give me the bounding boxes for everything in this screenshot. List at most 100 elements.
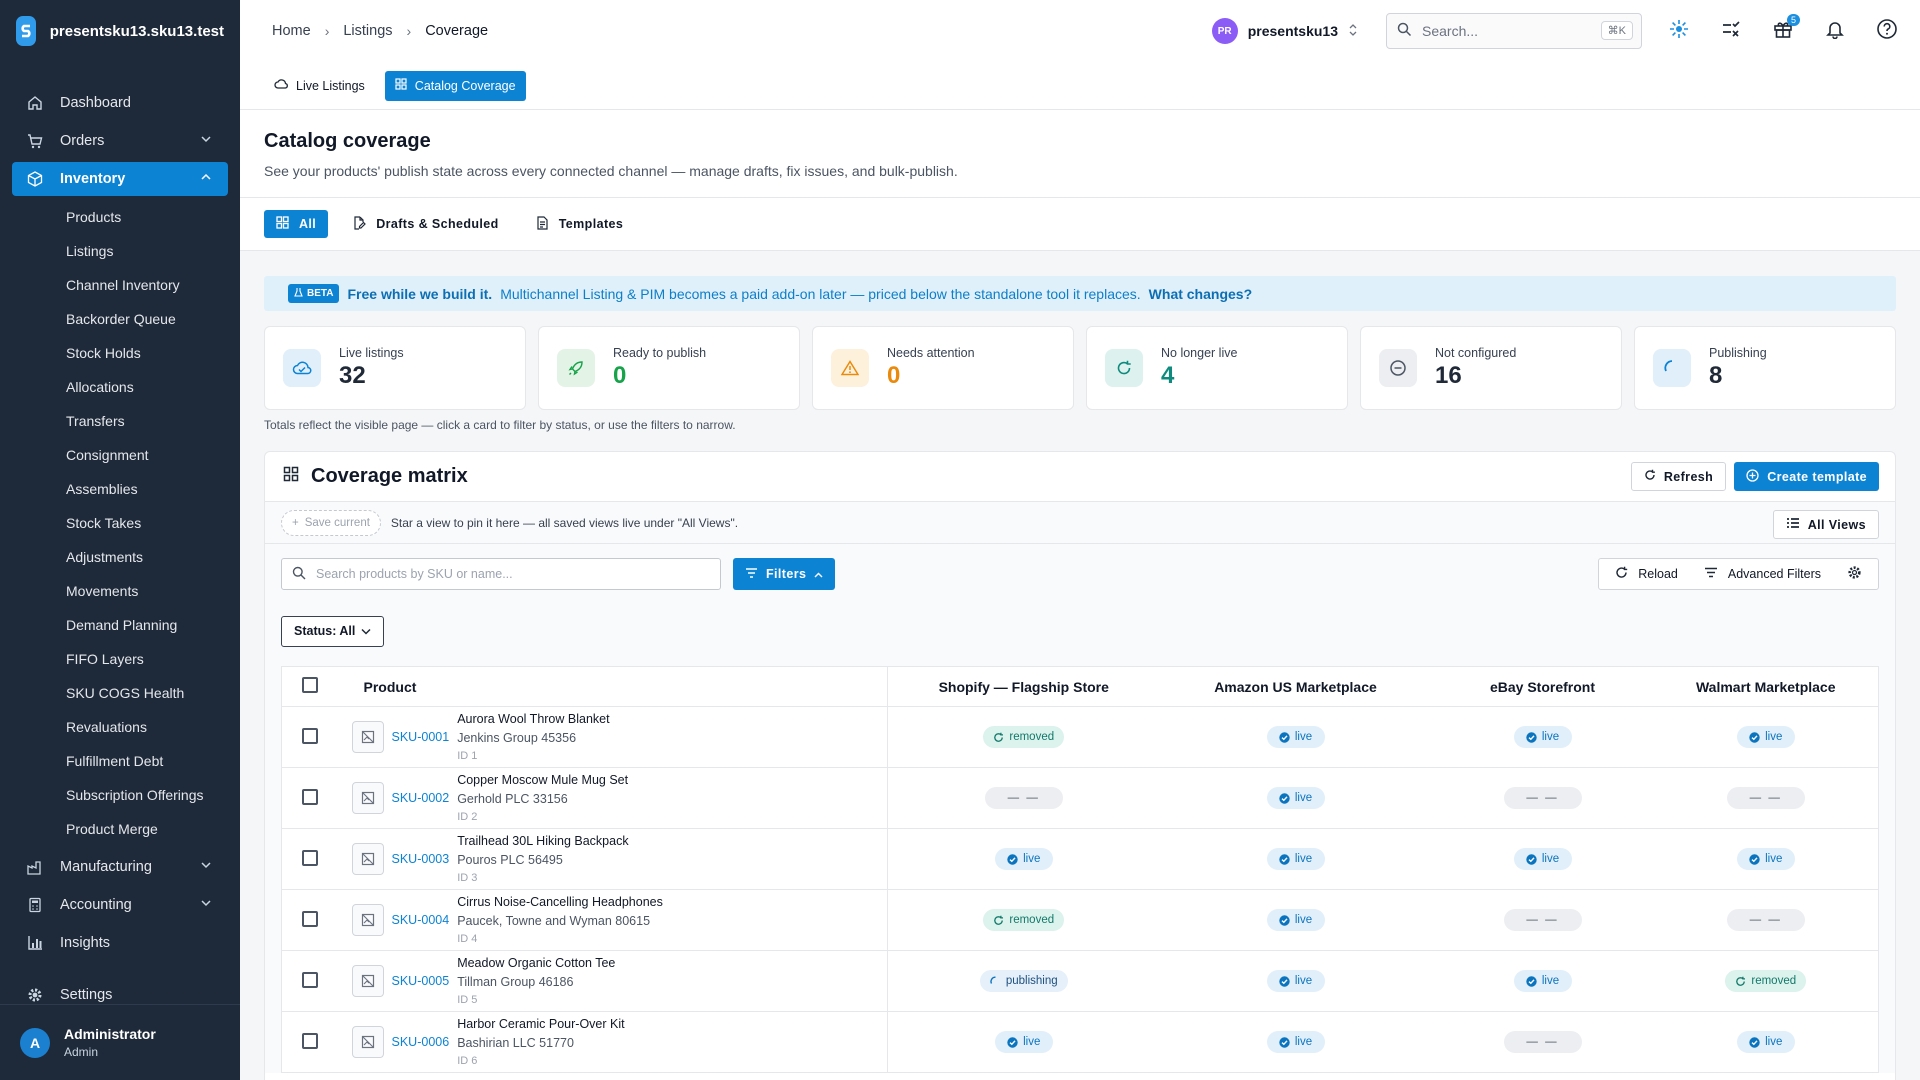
breadcrumb-listings[interactable]: Listings: [343, 23, 392, 39]
table-row[interactable]: SKU-0002 Copper Moscow Mule Mug Set Gerhol…: [281, 767, 1879, 829]
user-profile[interactable]: A Administrator Admin: [0, 1004, 240, 1080]
column-header-walmart[interactable]: Walmart Marketplace: [1653, 666, 1879, 707]
store-switcher[interactable]: PR presentsku13: [1211, 18, 1358, 44]
tab-drafts-scheduled[interactable]: Drafts & Scheduled: [340, 210, 511, 238]
column-header-product[interactable]: Product: [337, 666, 888, 707]
column-header-shopify[interactable]: Shopify — Flagship Store: [887, 666, 1160, 707]
status-badge[interactable]: publishing: [979, 970, 1068, 992]
status-filter-select[interactable]: Status: All: [281, 615, 385, 647]
nav-orders[interactable]: Orders: [12, 124, 228, 158]
sidebar-item-adjustments[interactable]: Adjustments: [66, 540, 240, 574]
sidebar-item-assemblies[interactable]: Assemblies: [66, 472, 240, 506]
sidebar-item-products[interactable]: Products: [66, 200, 240, 234]
nav-manufacturing[interactable]: Manufacturing: [12, 850, 228, 884]
stat-card-not-configured[interactable]: Not configured 16: [1360, 326, 1622, 410]
column-header-ebay[interactable]: eBay Storefront: [1431, 666, 1654, 707]
stat-card-live-listings[interactable]: Live listings 32: [264, 326, 526, 410]
nav-inventory[interactable]: Inventory: [12, 162, 228, 196]
status-badge[interactable]: live: [1513, 848, 1572, 870]
status-badge[interactable]: — —: [984, 787, 1063, 809]
reload-button[interactable]: Reload: [1605, 566, 1688, 582]
stat-card-no-longer-live[interactable]: No longer live 4: [1086, 326, 1348, 410]
status-badge[interactable]: live: [1513, 726, 1572, 748]
row-checkbox[interactable]: [301, 1032, 318, 1049]
table-row[interactable]: SKU-0001 Aurora Wool Throw Blanket Jenkins…: [281, 706, 1879, 768]
global-search-input[interactable]: Search... ⌘K: [1386, 13, 1642, 49]
nav-accounting[interactable]: Accounting: [12, 888, 228, 922]
status-badge[interactable]: — —: [1726, 909, 1805, 931]
status-badge[interactable]: live: [994, 1031, 1053, 1053]
status-badge[interactable]: live: [994, 848, 1053, 870]
status-badge[interactable]: live: [1266, 970, 1325, 992]
sidebar-item-consignment[interactable]: Consignment: [66, 438, 240, 472]
sku-link[interactable]: SKU-0005: [392, 974, 450, 988]
status-badge[interactable]: — —: [1726, 787, 1805, 809]
tab-catalog-coverage[interactable]: Catalog Coverage: [384, 70, 526, 101]
tasks-button[interactable]: [1716, 16, 1746, 46]
tab-all[interactable]: All: [264, 210, 329, 238]
sidebar-item-subscription-offerings[interactable]: Subscription Offerings: [66, 778, 240, 812]
sidebar-item-sku-cogs-health[interactable]: SKU COGS Health: [66, 676, 240, 710]
status-badge[interactable]: live: [1266, 787, 1325, 809]
tab-live-listings[interactable]: Live Listings: [264, 71, 375, 101]
advanced-filters-button[interactable]: Advanced Filters: [1694, 567, 1831, 581]
status-badge[interactable]: live: [1736, 848, 1795, 870]
tab-templates[interactable]: Templates: [523, 210, 636, 238]
create-template-button[interactable]: Create template: [1734, 462, 1879, 491]
status-badge[interactable]: live: [1266, 909, 1325, 931]
sidebar-item-fifo-layers[interactable]: FIFO Layers: [66, 642, 240, 676]
sidebar-item-fulfillment-debt[interactable]: Fulfillment Debt: [66, 744, 240, 778]
beta-what-changes-link[interactable]: What changes?: [1149, 286, 1252, 302]
table-row[interactable]: SKU-0003 Trailhead 30L Hiking Backpack Pou…: [281, 828, 1879, 890]
stat-card-publishing[interactable]: Publishing 8: [1634, 326, 1896, 410]
status-badge[interactable]: removed: [983, 909, 1065, 931]
row-checkbox[interactable]: [301, 727, 318, 744]
sidebar-item-stock-takes[interactable]: Stock Takes: [66, 506, 240, 540]
sku-link[interactable]: SKU-0003: [392, 852, 450, 866]
table-row[interactable]: SKU-0005 Meadow Organic Cotton Tee Tillman…: [281, 950, 1879, 1012]
status-badge[interactable]: live: [1513, 970, 1572, 992]
sidebar-item-listings[interactable]: Listings: [66, 234, 240, 268]
hub-button[interactable]: [1664, 16, 1694, 46]
table-row[interactable]: SKU-0004 Cirrus Noise-Cancelling Headphon…: [281, 889, 1879, 951]
status-badge[interactable]: — —: [1503, 1031, 1582, 1053]
table-row[interactable]: SKU-0006 Harbor Ceramic Pour-Over Kit Bash…: [281, 1011, 1879, 1073]
sidebar-item-channel-inventory[interactable]: Channel Inventory: [66, 268, 240, 302]
sidebar-item-stock-holds[interactable]: Stock Holds: [66, 336, 240, 370]
row-checkbox[interactable]: [301, 849, 318, 866]
stat-card-ready-to-publish[interactable]: Ready to publish 0: [538, 326, 800, 410]
column-header-amazon[interactable]: Amazon US Marketplace: [1159, 666, 1432, 707]
sku-link[interactable]: SKU-0002: [392, 791, 450, 805]
sku-link[interactable]: SKU-0004: [392, 913, 450, 927]
status-badge[interactable]: — —: [1503, 787, 1582, 809]
row-checkbox[interactable]: [301, 971, 318, 988]
stat-card-needs-attention[interactable]: Needs attention 0: [812, 326, 1074, 410]
status-badge[interactable]: live: [1266, 848, 1325, 870]
status-badge[interactable]: — —: [1503, 909, 1582, 931]
status-badge[interactable]: removed: [1725, 970, 1807, 992]
product-search-input[interactable]: Search products by SKU or name...: [281, 558, 721, 590]
row-checkbox[interactable]: [301, 910, 318, 927]
gift-button[interactable]: 5: [1768, 14, 1800, 46]
sidebar-item-product-merge[interactable]: Product Merge: [66, 812, 240, 846]
status-badge[interactable]: removed: [983, 726, 1065, 748]
help-button[interactable]: [1872, 16, 1902, 46]
sku-link[interactable]: SKU-0006: [392, 1035, 450, 1049]
brand[interactable]: presentsku13.sku13.test: [0, 0, 240, 62]
all-views-button[interactable]: All Views: [1772, 510, 1879, 539]
status-badge[interactable]: live: [1266, 726, 1325, 748]
status-badge[interactable]: live: [1736, 726, 1795, 748]
sidebar-item-revaluations[interactable]: Revaluations: [66, 710, 240, 744]
sku-link[interactable]: SKU-0001: [392, 730, 450, 744]
row-checkbox[interactable]: [301, 788, 318, 805]
nav-insights[interactable]: Insights: [12, 926, 228, 960]
refresh-button[interactable]: Refresh: [1630, 462, 1727, 491]
sidebar-item-movements[interactable]: Movements: [66, 574, 240, 608]
filters-button[interactable]: Filters: [733, 558, 836, 590]
sidebar-item-allocations[interactable]: Allocations: [66, 370, 240, 404]
notifications-button[interactable]: [1820, 16, 1850, 46]
sidebar-item-transfers[interactable]: Transfers: [66, 404, 240, 438]
nav-dashboard[interactable]: Dashboard: [12, 86, 228, 120]
select-all-checkbox[interactable]: [301, 677, 318, 693]
save-current-button[interactable]: + Save current: [281, 509, 381, 536]
